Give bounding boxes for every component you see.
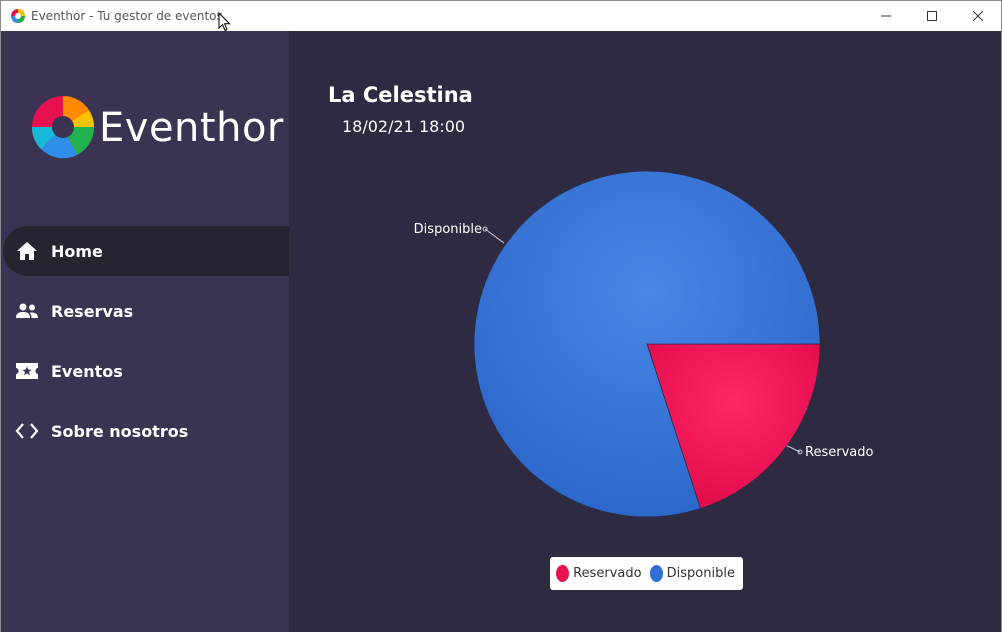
people-icon [15, 299, 39, 323]
minimize-button[interactable] [863, 1, 909, 31]
home-icon [15, 239, 39, 263]
nav-item-label: Eventos [51, 361, 123, 381]
maximize-button[interactable] [909, 1, 955, 31]
main-content: La Celestina 18/02/21 18:00 Reservado Dis… [289, 31, 1001, 632]
nav-item-label: Sobre nosotros [51, 421, 189, 441]
pie-label-disponible: Disponible [414, 222, 482, 237]
window-title: Eventhor - Tu gestor de eventos [31, 9, 223, 23]
ticket-icon [15, 359, 39, 383]
legend-label-disponible: Disponible [666, 566, 735, 581]
nav-item-label: Reservas [51, 301, 134, 321]
occupancy-pie-chart: Reservado Disponible [414, 170, 873, 518]
legend-swatch-reservado [556, 565, 570, 582]
sidebar: Eventhor Home Reservas Eventos Sobre nos… [1, 31, 289, 632]
title-bar[interactable]: Eventhor - Tu gestor de eventos [1, 1, 1001, 32]
nav-item-home[interactable]: Home [3, 226, 289, 276]
legend-swatch-disponible [649, 565, 663, 582]
nav-item-label: Home [51, 241, 103, 261]
legend-label-reservado: Reservado [573, 566, 642, 581]
mouse-cursor-icon [218, 12, 231, 32]
chart-legend: Reservado Disponible [550, 557, 743, 590]
close-button[interactable] [955, 1, 1001, 31]
code-icon [15, 419, 39, 443]
nav-item-reservas[interactable]: Reservas [1, 286, 289, 336]
pie-label-leader-line [484, 228, 505, 244]
brand-name: Eventhor [99, 105, 284, 151]
minimize-icon [881, 15, 891, 17]
brand-logo-icon [31, 95, 95, 159]
nav-item-eventos[interactable]: Eventos [1, 346, 289, 396]
maximize-icon [927, 11, 937, 21]
nav-item-sobre-nosotros[interactable]: Sobre nosotros [1, 406, 289, 456]
pie-label-reservado: Reservado [805, 445, 873, 460]
close-icon [973, 11, 983, 21]
app-logo-icon [11, 9, 25, 23]
app-window: Eventhor - Tu gestor de eventos Eventhor [0, 0, 1002, 632]
